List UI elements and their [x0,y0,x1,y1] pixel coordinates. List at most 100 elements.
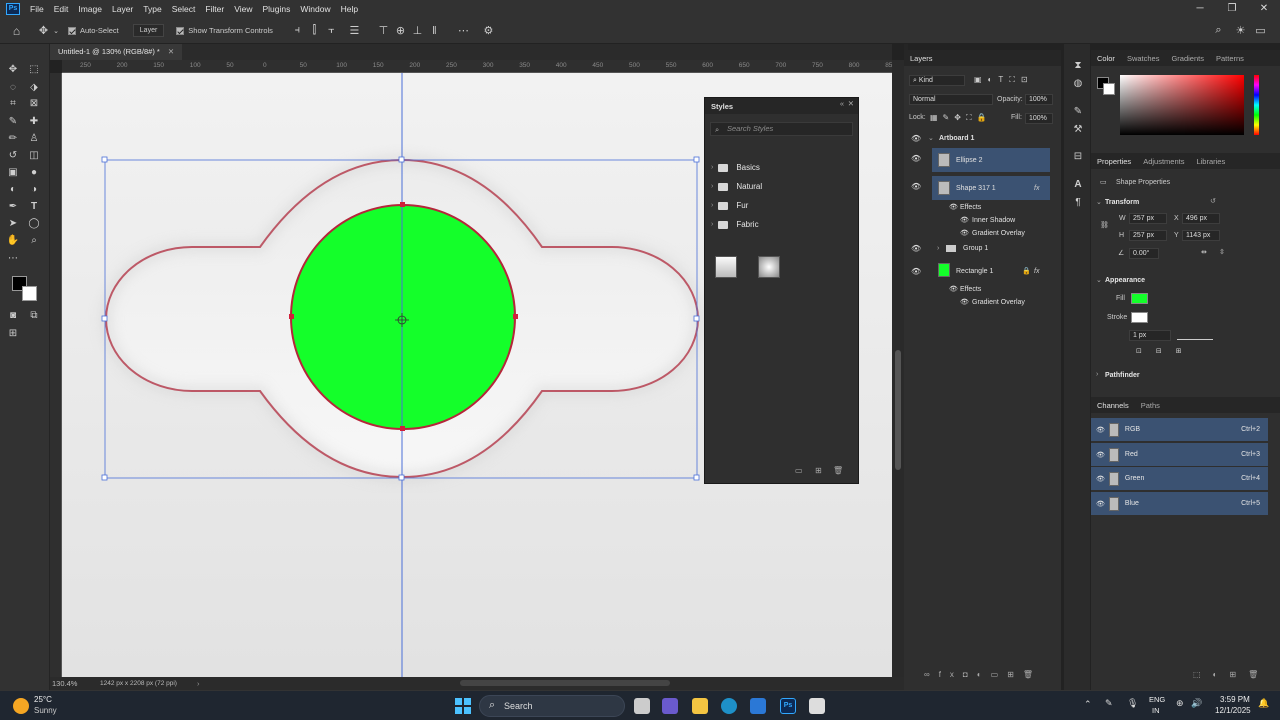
flip-v-icon[interactable]: ⇳ [1219,248,1225,256]
eye-icon[interactable]: 👁 [1096,500,1105,508]
weather-icon[interactable] [13,698,29,714]
menu-image[interactable]: Image [73,4,107,14]
channels-footer-icons[interactable]: ⬚◐⊞🗑 [1091,670,1280,688]
task-view-icon[interactable] [634,698,650,714]
style-folder-natural[interactable]: › Natural [705,177,858,196]
tab-swatches[interactable]: Swatches [1127,54,1160,66]
angle-field[interactable]: 0.00° [1129,248,1159,259]
type-tool-icon[interactable]: T [27,200,41,214]
align-right-icon[interactable]: ⫟ [323,24,340,37]
photoshop-taskbar-icon[interactable]: Ps [780,698,796,714]
zoom-tool-icon[interactable]: ⌕ [27,234,41,248]
pen-tool-icon[interactable]: ✒ [6,200,20,214]
opacity-field[interactable]: 100% [1025,94,1053,105]
brush-tool-icon[interactable]: ✏ [6,132,20,146]
effects-row[interactable]: 👁 Effects [904,200,1061,214]
layer-group-1[interactable]: 👁 › Group 1 [904,241,1061,255]
style-folder-fabric[interactable]: › Fabric [705,215,858,234]
clock-date[interactable]: 12/1/2025 [1215,706,1251,715]
kind-filter-dropdown[interactable]: ⌕ Kind [909,75,965,86]
effect-gradient-overlay[interactable]: 👁 Gradient Overlay [904,226,1061,240]
tool-presets-icon[interactable]: ⚒ [1071,123,1085,137]
width-field[interactable]: 257 px [1129,213,1167,224]
store-icon[interactable] [750,698,766,714]
more-options-icon[interactable]: ⋯ [455,24,472,37]
close-icon[interactable]: ✕ [1248,0,1280,18]
y-field[interactable]: 1143 px [1182,230,1220,241]
hue-slider[interactable] [1254,75,1259,135]
chevron-down-icon[interactable]: ⌄ [928,134,934,142]
tab-color[interactable]: Color [1097,54,1115,66]
healing-brush-icon[interactable]: ✚ [27,115,41,129]
history-icon[interactable]: ⧗ [1071,59,1085,73]
chevron-right-icon[interactable]: › [197,679,200,688]
tab-gradients[interactable]: Gradients [1171,54,1204,66]
microphone-icon[interactable]: 🎙 [1127,698,1138,709]
fill-field[interactable]: 100% [1025,113,1053,124]
region-label[interactable]: IN [1152,706,1160,715]
stroke-align-icons[interactable]: ⊡⊟⊞ [1136,347,1196,355]
screen-mode-icon[interactable]: ⧉ [27,309,41,323]
background-color-swatch[interactable] [22,286,37,301]
hand-tool-icon[interactable]: ✋ [6,234,20,248]
edge-icon[interactable] [721,698,737,714]
clock-time[interactable]: 3:59 PM [1220,695,1250,704]
tab-libraries[interactable]: Libraries [1196,157,1225,169]
eye-icon[interactable]: 👁 [960,216,969,224]
effects-row[interactable]: 👁 Effects [904,282,1061,296]
layer-shape-317-1[interactable]: Shape 317 1 fx [932,176,1050,200]
scroll-thumb[interactable] [895,350,901,470]
layer-ellipse-2[interactable]: Ellipse 2 [932,148,1050,172]
document-tab[interactable]: Untitled-1 @ 130% (RGB/8#) * ✕ [50,44,183,60]
eraser-icon[interactable]: ◫ [27,149,41,163]
stroke-style-dropdown[interactable] [1177,331,1213,340]
link-icon[interactable]: ⛓ [1100,221,1109,229]
menu-view[interactable]: View [229,4,257,14]
edit-toolbar-icon[interactable]: ⊞ [6,327,20,341]
menu-help[interactable]: Help [336,4,363,14]
channel-green[interactable]: 👁 Green Ctrl+4 [1091,467,1268,491]
frame-tool-icon[interactable]: ⊠ [27,97,41,111]
styles-search-input[interactable]: ⌕ Search Styles [710,122,853,136]
stroke-width-field[interactable]: 1 px [1129,330,1171,341]
path-select-icon[interactable]: ➤ [6,217,20,231]
flip-h-icon[interactable]: ⇹ [1201,248,1207,256]
teams-icon[interactable] [662,698,678,714]
align-left-icon[interactable]: ⫞ [289,24,306,37]
style-swatch-default[interactable] [715,256,737,278]
brush-settings-icon[interactable]: ✎ [1071,105,1085,119]
vertical-scrollbar[interactable] [892,60,904,677]
layer-dropdown[interactable]: Layer [132,24,165,37]
eye-icon[interactable]: 👁 [960,298,969,306]
new-style-icon[interactable]: ⊞ [815,466,822,475]
eye-icon[interactable]: 👁 [1096,475,1105,483]
app-icon[interactable] [809,698,825,714]
lock-icons[interactable]: ▦✎✥⛶🔒 [930,113,992,123]
style-swatch-metal[interactable] [758,256,780,278]
workspace-icon[interactable]: ▭ [1252,24,1269,37]
notification-icon[interactable]: 🔔 [1258,698,1269,709]
zoom-level[interactable]: 130.4% [52,679,98,688]
lightbulb-icon[interactable]: ☀ [1232,24,1249,37]
gradient-tool-icon[interactable]: ▣ [6,166,20,180]
tab-adjustments[interactable]: Adjustments [1143,157,1184,169]
distribute-v-icon[interactable]: ‖ [426,25,443,37]
lasso-tool-icon[interactable]: ◌ [6,81,20,95]
blend-mode-dropdown[interactable]: Normal [909,94,993,105]
restore-icon[interactable]: ❐ [1216,0,1248,18]
search-icon[interactable]: ⌕ [1210,24,1227,37]
pen-icon[interactable]: ✎ [1105,698,1113,709]
windows-start-icon[interactable] [455,698,471,714]
tab-layers[interactable]: Layers [910,54,933,66]
layer-artboard-1[interactable]: 👁 ⌄ Artboard 1 [904,131,1061,145]
fx-icon[interactable]: fx [1034,268,1039,275]
menu-file[interactable]: File [25,4,49,14]
channel-red[interactable]: 👁 Red Ctrl+3 [1091,443,1268,467]
eye-icon[interactable]: 👁 [1096,426,1105,434]
eye-icon[interactable]: 👁 [949,285,958,293]
tab-properties[interactable]: Properties [1097,157,1131,169]
eye-icon[interactable]: 👁 [1096,451,1105,459]
height-field[interactable]: 257 px [1129,230,1167,241]
burn-tool-icon[interactable]: ◑ [27,183,41,197]
horizontal-scrollbar[interactable] [460,680,670,686]
